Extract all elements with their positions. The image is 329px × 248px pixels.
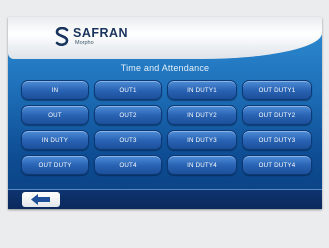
- in-duty4-button[interactable]: IN DUTY4: [167, 155, 237, 175]
- in-duty3-button[interactable]: IN DUTY3: [167, 130, 237, 150]
- out-button[interactable]: OUT: [21, 105, 89, 125]
- safran-logo: SAFRAN Morpho: [54, 27, 128, 51]
- attendance-button-grid: IN OUT1 IN DUTY1 OUT DUTY1 OUT OUT2 IN D…: [21, 80, 312, 190]
- footer-bar: [8, 189, 322, 209]
- brand-name: SAFRAN: [73, 26, 129, 40]
- in-button[interactable]: IN: [21, 80, 89, 100]
- out2-button[interactable]: OUT2: [94, 105, 162, 125]
- brand-subtitle: Morpho: [75, 40, 94, 46]
- header-bar: SAFRAN Morpho: [8, 17, 322, 59]
- out-duty2-button[interactable]: OUT DUTY2: [242, 105, 312, 125]
- out-duty1-button[interactable]: OUT DUTY1: [242, 80, 312, 100]
- in-duty1-button[interactable]: IN DUTY1: [167, 80, 237, 100]
- out-duty3-button[interactable]: OUT DUTY3: [242, 130, 312, 150]
- left-arrow-icon: [31, 194, 50, 205]
- out1-button[interactable]: OUT1: [94, 80, 162, 100]
- out4-button[interactable]: OUT4: [94, 155, 162, 175]
- in-duty-button[interactable]: IN DUTY: [21, 130, 89, 150]
- safran-s-icon: [55, 27, 69, 47]
- in-duty2-button[interactable]: IN DUTY2: [167, 105, 237, 125]
- out-duty-button[interactable]: OUT DUTY: [21, 155, 89, 175]
- out3-button[interactable]: OUT3: [94, 130, 162, 150]
- terminal-screen: SAFRAN Morpho Time and Attendance IN OUT…: [8, 17, 322, 209]
- back-button[interactable]: [22, 192, 60, 207]
- out-duty4-button[interactable]: OUT DUTY4: [242, 155, 312, 175]
- screen-title: Time and Attendance: [120, 63, 210, 73]
